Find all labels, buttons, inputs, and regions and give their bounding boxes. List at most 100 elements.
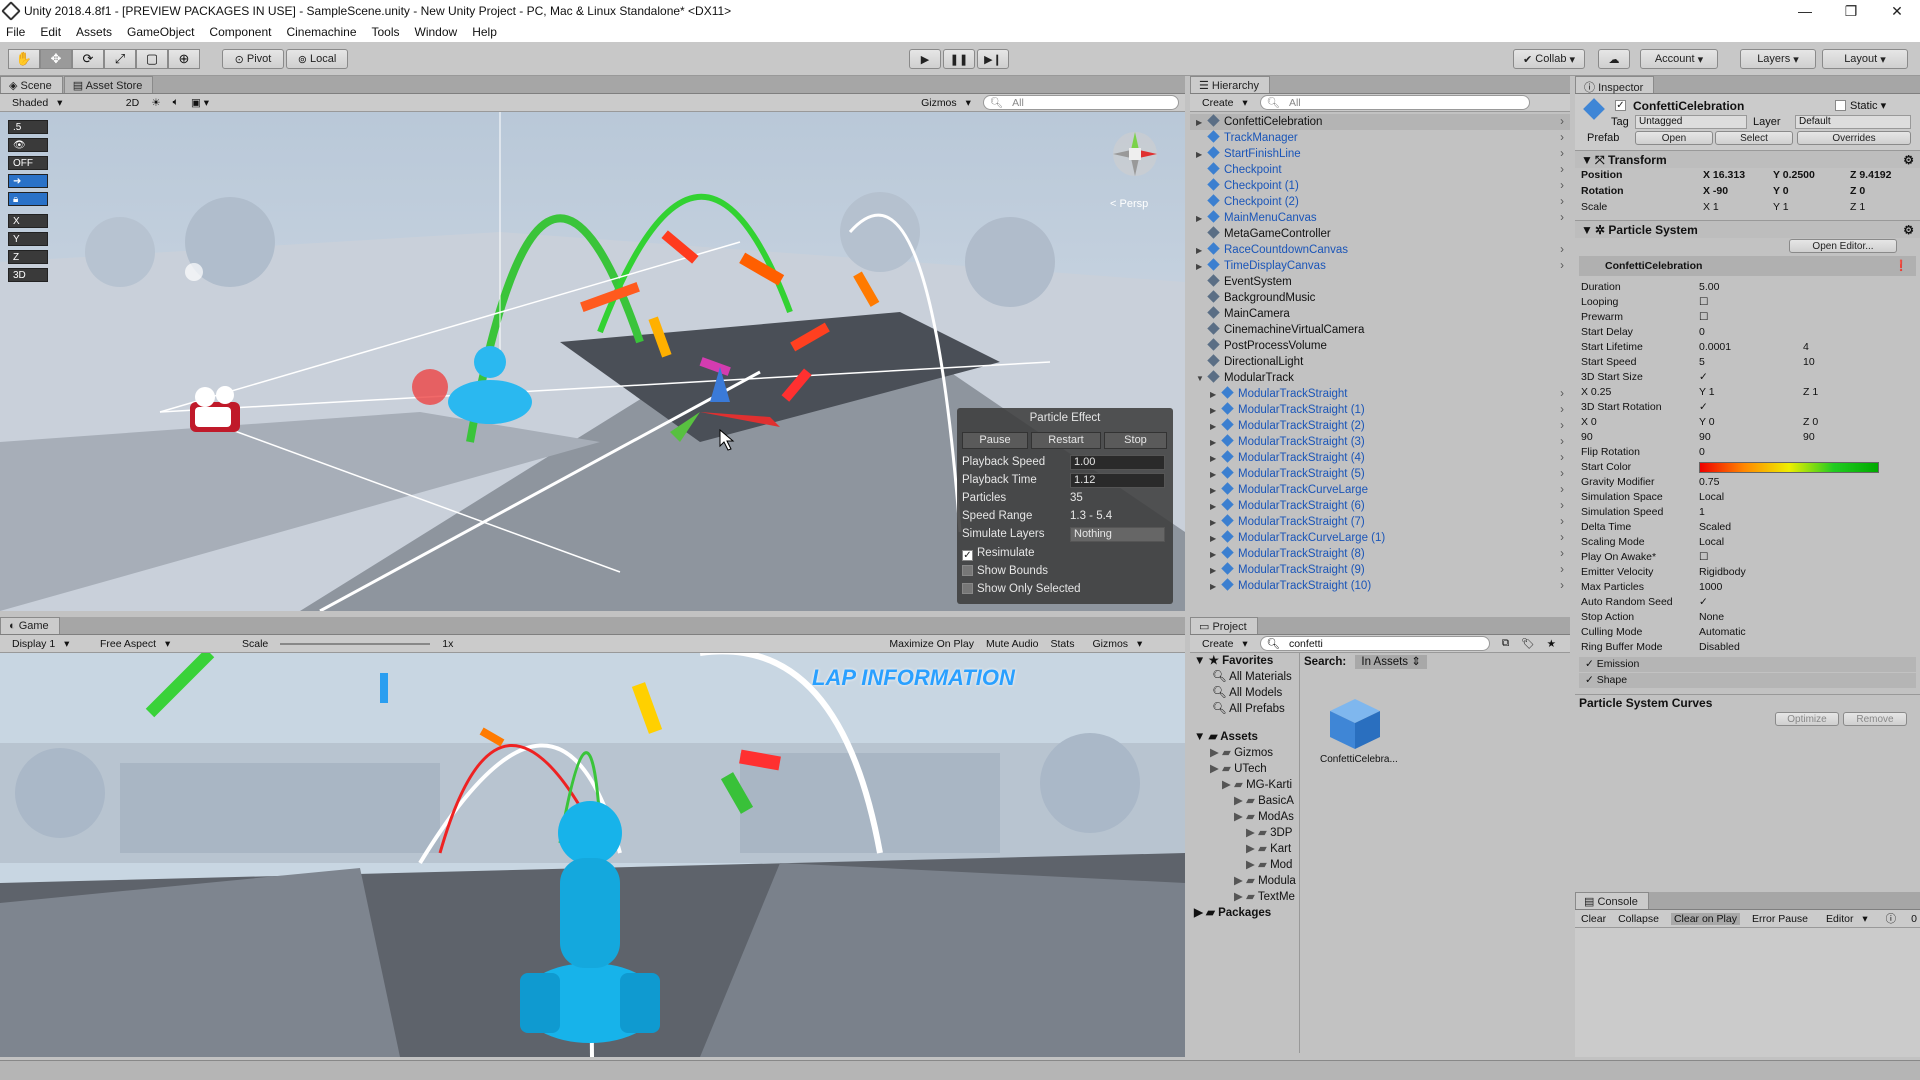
position-x[interactable]: X 16.313 (1703, 168, 1745, 183)
hand-tool-icon[interactable]: ✋ (8, 49, 40, 69)
console-message-count[interactable]: ⓘ 0 (1880, 911, 1920, 926)
foldout-icon[interactable]: ▶ (1210, 579, 1222, 592)
account-dropdown[interactable]: Account ▾ (1640, 49, 1718, 69)
rotation-z[interactable]: Z 0 (1850, 184, 1865, 199)
menu-cinemachine[interactable]: Cinemachine (286, 25, 356, 39)
chevron-right-icon[interactable]: › (1560, 482, 1564, 498)
hierarchy-item[interactable]: ▶ StartFinishLine › (1190, 146, 1570, 162)
hierarchy-item[interactable]: ▶ TimeDisplayCanvas › (1190, 258, 1570, 274)
tab-hierarchy[interactable]: ☰ Hierarchy (1190, 76, 1270, 93)
particle-field-value[interactable]: ☐ (1699, 295, 1708, 310)
layer-dropdown[interactable]: Default (1795, 115, 1911, 129)
chevron-right-icon[interactable]: › (1560, 162, 1564, 178)
particle-field-value[interactable]: ✓ (1699, 400, 1708, 415)
resimulate-checkbox[interactable]: ✓ Resimulate (962, 545, 1035, 561)
particle-field-value[interactable]: ✓ (1699, 595, 1708, 610)
position-z[interactable]: Z 9.4192 (1850, 168, 1891, 183)
menu-window[interactable]: Window (415, 25, 458, 39)
foldout-icon[interactable]: ▶ (1210, 387, 1222, 403)
playback-speed-field[interactable]: 1.00 (1070, 455, 1165, 470)
chevron-right-icon[interactable]: › (1560, 114, 1564, 130)
help-icon[interactable]: ❗ (1895, 256, 1908, 276)
particle-field-value-2[interactable]: Z 0 (1803, 415, 1818, 430)
particle-field-value[interactable]: 0.0001 (1699, 340, 1731, 355)
tab-console[interactable]: ▤ Console (1575, 892, 1649, 909)
foldout-icon[interactable]: ▶ (1210, 563, 1222, 579)
hierarchy-item[interactable]: Checkpoint › (1190, 162, 1570, 178)
audio-toggle-icon[interactable]: 🔈︎ (173, 96, 179, 109)
stats-toggle[interactable]: Stats (1051, 638, 1075, 650)
axis-z-toggle[interactable]: Z (8, 250, 48, 264)
stop-effect-button[interactable]: Stop (1104, 432, 1167, 449)
tab-game[interactable]: ◐ Game (0, 617, 60, 634)
axis-x-toggle[interactable]: X (8, 214, 48, 228)
close-icon[interactable]: ✕ (1874, 3, 1920, 20)
foldout-icon[interactable]: ▼ (1196, 371, 1208, 387)
hierarchy-create-dropdown[interactable]: Create ▾ (1196, 97, 1248, 109)
show-only-selected-checkbox[interactable]: Show Only Selected (962, 581, 1081, 597)
fav-all-prefabs[interactable]: 🔍︎ All Prefabs (1190, 701, 1299, 717)
pause-button[interactable]: ❚❚ (943, 49, 975, 69)
scale-z[interactable]: Z 1 (1850, 200, 1865, 215)
foldout-icon[interactable]: ▶ (1210, 435, 1222, 451)
aspect-dropdown[interactable]: Free Aspect ▾ (94, 638, 230, 650)
project-folder[interactable]: ▶ ▰ Kart (1190, 841, 1299, 857)
foldout-icon[interactable]: ▶ (1210, 547, 1222, 563)
move-tool-icon[interactable]: ✥ (40, 49, 72, 69)
start-color-gradient[interactable] (1699, 462, 1879, 473)
foldout-icon[interactable]: ▶ (1210, 467, 1222, 483)
project-folder[interactable]: ▶ ▰ UTech (1190, 761, 1299, 777)
hierarchy-item[interactable]: ▶ ModularTrackStraight (9) › (1190, 562, 1570, 578)
hierarchy-item[interactable]: MainCamera (1190, 306, 1570, 322)
chevron-right-icon[interactable]: › (1560, 514, 1564, 530)
chevron-right-icon[interactable]: › (1560, 402, 1564, 418)
particle-field-value[interactable]: ☐ (1699, 310, 1708, 325)
star-icon[interactable]: ★ (1547, 638, 1556, 650)
tab-scene[interactable]: ◈ Scene (0, 76, 63, 93)
tab-inspector[interactable]: ⓘ Inspector (1575, 76, 1655, 94)
menu-file[interactable]: File (6, 25, 25, 39)
layout-dropdown[interactable]: Layout ▾ (1822, 49, 1908, 69)
scale-slider[interactable] (280, 642, 431, 645)
chevron-right-icon[interactable]: › (1560, 178, 1564, 194)
menu-edit[interactable]: Edit (40, 25, 61, 39)
menu-component[interactable]: Component (209, 25, 271, 39)
prefab-open-button[interactable]: Open (1635, 131, 1713, 145)
chevron-right-icon[interactable]: › (1560, 258, 1564, 274)
hierarchy-item[interactable]: ▶ ModularTrackStraight (6) › (1190, 498, 1570, 514)
particle-field-value[interactable]: Y 1 (1699, 385, 1715, 400)
particle-field-value[interactable]: 1 (1699, 505, 1705, 520)
static-toggle[interactable]: Static ▾ (1835, 99, 1886, 112)
hierarchy-item[interactable]: BackgroundMusic (1190, 290, 1570, 306)
particle-field-value[interactable]: 5.00 (1699, 280, 1719, 295)
mode-2d-toggle[interactable]: 2D (126, 97, 139, 109)
fav-all-materials[interactable]: 🔍︎ All Materials (1190, 669, 1299, 685)
tab-asset-store[interactable]: ▤ Asset Store (63, 76, 154, 93)
play-button[interactable]: ▶ (909, 49, 941, 69)
mute-audio-toggle[interactable]: Mute Audio (986, 638, 1039, 650)
object-name-field[interactable]: ConfettiCelebration (1633, 99, 1744, 113)
console-error-pause-button[interactable]: Error Pause (1752, 913, 1808, 925)
foldout-icon[interactable]: ▶ (1210, 515, 1222, 531)
menu-assets[interactable]: Assets (76, 25, 112, 39)
filter-icon[interactable]: ⧉ (1502, 637, 1510, 650)
rotate-tool-icon[interactable]: ⟳ (72, 49, 104, 69)
game-viewport[interactable]: LAP INFORMATION (0, 653, 1185, 1057)
chevron-right-icon[interactable]: › (1560, 434, 1564, 450)
project-folder[interactable]: ▶ ▰ Mod (1190, 857, 1299, 873)
transform-tool-icon[interactable]: ⊕ (168, 49, 200, 69)
particle-field-value[interactable]: Local (1699, 490, 1724, 505)
hierarchy-item[interactable]: PostProcessVolume (1190, 338, 1570, 354)
menu-help[interactable]: Help (472, 25, 497, 39)
hierarchy-item[interactable]: Checkpoint (1) › (1190, 178, 1570, 194)
chevron-right-icon[interactable]: › (1560, 450, 1564, 466)
packages-folder[interactable]: ▶ ▰ Packages (1190, 905, 1299, 921)
hierarchy-item[interactable]: ▶ ModularTrackStraight (7) › (1190, 514, 1570, 530)
hierarchy-item[interactable]: ▶ ModularTrackStraight (8) › (1190, 546, 1570, 562)
chevron-right-icon[interactable]: › (1560, 418, 1564, 434)
console-clear-button[interactable]: Clear (1581, 913, 1606, 925)
hierarchy-item[interactable]: ▶ ModularTrackStraight (10) › (1190, 578, 1570, 592)
hierarchy-item[interactable]: ▶ MainMenuCanvas › (1190, 210, 1570, 226)
particle-field-value-2[interactable]: Z 1 (1803, 385, 1818, 400)
chevron-right-icon[interactable]: › (1560, 546, 1564, 562)
